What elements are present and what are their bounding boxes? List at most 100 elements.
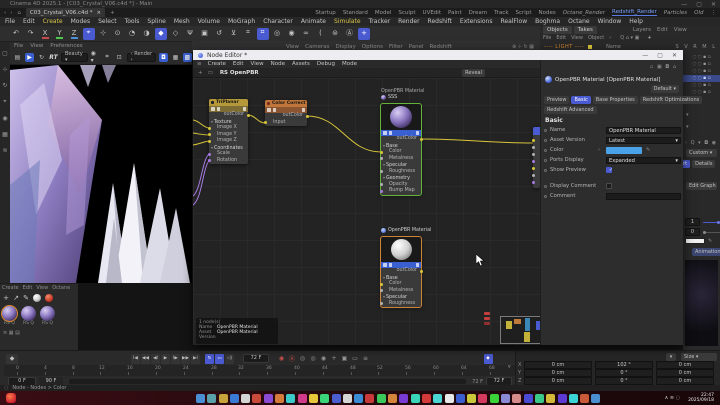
- output-port[interactable]: [419, 269, 423, 273]
- pen-icon[interactable]: ✎: [708, 238, 712, 244]
- loop-button[interactable]: ↻: [205, 353, 214, 364]
- loop-button[interactable]: ▭: [215, 353, 224, 364]
- position-field[interactable]: 0 cm: [524, 377, 592, 385]
- object-visibility-row[interactable]: ◌ ◌ ▪ ▫: [683, 68, 720, 75]
- props-tab[interactable]: Preview: [544, 96, 570, 104]
- layer-menu-item[interactable]: Edit: [657, 27, 668, 33]
- record-button[interactable]: ◉: [277, 354, 286, 363]
- scale-field[interactable]: 0 cm: [656, 377, 714, 385]
- layout-tab[interactable]: Startup: [315, 10, 335, 16]
- layout-tab[interactable]: Model: [375, 10, 392, 16]
- object-visibility-row[interactable]: ◌ ◌ ▪ ▫: [683, 54, 720, 61]
- node-toggle-icon[interactable]: [383, 263, 387, 267]
- position-field[interactable]: 0 cm: [524, 369, 592, 377]
- reveal-button[interactable]: Reveal: [462, 68, 485, 77]
- add-layer-button[interactable]: +: [647, 35, 651, 41]
- name-input[interactable]: OpenPBR Material: [606, 126, 681, 134]
- toolbar-icon[interactable]: ◇: [170, 28, 182, 40]
- coordinate-manager-icons[interactable]: ≡ ▦ ▤: [3, 330, 78, 336]
- taskbar-app-icon[interactable]: [467, 393, 477, 403]
- tool-icon[interactable]: ▦: [2, 131, 8, 138]
- light-color-swatch[interactable]: [588, 44, 593, 49]
- input-port[interactable]: [207, 126, 211, 130]
- viewport-menu-item[interactable]: Panel: [409, 44, 424, 50]
- node-graph-canvas[interactable]: TriPlanar ▾outColor▾Texture▾Image X▾Imag…: [193, 78, 540, 345]
- material-menu-item[interactable]: View: [36, 285, 48, 291]
- object-menu-item[interactable]: ›: [609, 35, 611, 41]
- object-visibility-row[interactable]: ◌ ◌ ▪ ▫: [683, 75, 720, 82]
- taskbar-app-icon[interactable]: [218, 393, 228, 403]
- document-tab[interactable]: C03_Crystal_V06.c4d * ×: [25, 8, 106, 17]
- taskbar-app-icon[interactable]: [399, 393, 409, 403]
- coords-dropdown-1[interactable]: ▾: [666, 353, 676, 361]
- tool-icon[interactable]: ↻: [2, 82, 7, 89]
- node-triplanar[interactable]: TriPlanar ▾outColor▾Texture▾Image X▾Imag…: [207, 99, 250, 165]
- input-port[interactable]: [531, 167, 535, 170]
- menu-item[interactable]: File: [5, 18, 15, 25]
- taskbar-app-icon[interactable]: [523, 393, 533, 403]
- layout-tab[interactable]: Octane_Render: [563, 10, 605, 16]
- layout-tab[interactable]: Old: [694, 10, 703, 16]
- input-port[interactable]: [207, 133, 211, 137]
- renderview-tool-icon[interactable]: ◉ ▾: [91, 50, 100, 64]
- menu-item[interactable]: Render: [398, 18, 419, 25]
- menu-item[interactable]: Simulate: [334, 18, 361, 25]
- viewport-menu-item[interactable]: Cameras: [305, 44, 329, 50]
- object-menu-item[interactable]: View: [571, 35, 583, 41]
- taskbar-app-icon[interactable]: [444, 393, 454, 403]
- taskbar-app-icon[interactable]: [376, 393, 386, 403]
- layout-tab[interactable]: Paint: [448, 10, 462, 16]
- renderview-menu-item[interactable]: View: [30, 43, 43, 49]
- node-sss-openpbr[interactable]: ▾outColor▾Base▾Color▾Metalness▾Specular▾…: [379, 103, 423, 196]
- node-port-row[interactable]: ▾Input: [263, 120, 307, 127]
- menu-item[interactable]: MoGraph: [228, 18, 255, 25]
- object-manager-tab[interactable]: Takes: [573, 26, 597, 34]
- input-port[interactable]: [531, 174, 535, 177]
- value-field-2[interactable]: 0: [685, 228, 700, 236]
- graph-tab[interactable]: RS OpenPBR: [220, 70, 259, 76]
- asset-version-select[interactable]: Latest ▾: [606, 136, 681, 144]
- burger-icon[interactable]: ≡: [197, 61, 202, 67]
- layout-tab[interactable]: Track: [494, 10, 508, 16]
- transport-button[interactable]: ▶I: [191, 353, 200, 364]
- tool-icon[interactable]: ⌖: [3, 98, 6, 106]
- nav-back-icon[interactable]: ‹: [4, 10, 6, 16]
- toolbar-icon[interactable]: ⌖: [82, 27, 95, 40]
- tool-icon[interactable]: ⊹: [2, 66, 7, 73]
- input-port[interactable]: [379, 170, 383, 174]
- add-graph-tab-button[interactable]: +: [198, 70, 203, 76]
- props-tab[interactable]: Base Properties: [592, 96, 638, 104]
- menu-item[interactable]: Redshift: [428, 18, 452, 25]
- toolbar-icon[interactable]: ⊙: [112, 28, 124, 40]
- playhead-marker[interactable]: ▿: [508, 364, 511, 370]
- toolbar-icon[interactable]: Ⓐ: [344, 28, 356, 40]
- object-filter-icons[interactable]: Q ⌂ ▾ ▣: [620, 35, 639, 41]
- output-port[interactable]: [305, 114, 309, 118]
- props-tab[interactable]: Redshift Optimizations: [639, 96, 703, 104]
- taskbar-app-icon[interactable]: [388, 393, 398, 403]
- graph-box-icon[interactable]: ▭: [208, 70, 213, 76]
- ne-maximize-button[interactable]: ▢: [657, 52, 663, 59]
- renderview-tool-icon[interactable]: RT: [49, 53, 58, 62]
- input-port[interactable]: [379, 282, 383, 286]
- value-field-1[interactable]: 1: [685, 218, 700, 226]
- menu-item[interactable]: RealFlow: [501, 18, 528, 25]
- material-item[interactable]: RS Q: [40, 306, 55, 326]
- record-button[interactable]: Ⓐ: [288, 354, 297, 363]
- toolbar-icon[interactable]: ⌗: [256, 27, 269, 40]
- node-port-row[interactable]: ▾Rotation: [207, 158, 248, 165]
- attribute-tab[interactable]: Details: [692, 160, 716, 168]
- node-menu-icon[interactable]: [242, 107, 246, 111]
- input-port[interactable]: [531, 181, 535, 184]
- renderview-tool-icon[interactable]: ‹ Render ›: [126, 51, 156, 63]
- taskbar-app-icon[interactable]: [478, 393, 488, 403]
- taskbar-app-icon[interactable]: [421, 393, 431, 403]
- renderview-tool-icon[interactable]: ◘: [159, 52, 168, 62]
- default-material-icon[interactable]: [33, 294, 41, 302]
- object-menu-item[interactable]: Edit: [556, 35, 566, 41]
- tool-icon[interactable]: ≋: [2, 147, 7, 154]
- maximize-button[interactable]: ▢: [696, 1, 702, 8]
- record-button[interactable]: ◎: [309, 354, 318, 363]
- node-view-icon[interactable]: [216, 107, 220, 111]
- more-icon[interactable]: ⋮: [711, 10, 717, 16]
